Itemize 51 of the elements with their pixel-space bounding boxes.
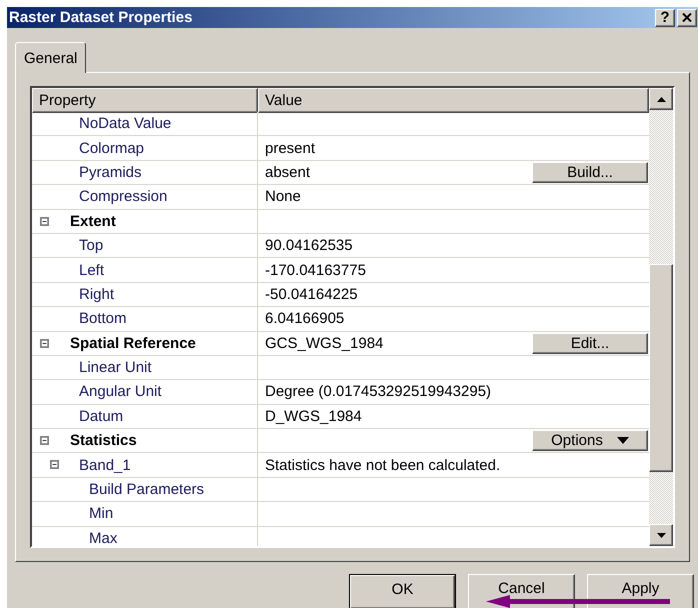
property-value: 90.04162535 xyxy=(265,237,353,254)
property-value: absent xyxy=(265,164,310,181)
property-value: D_WGS_1984 xyxy=(265,408,362,425)
options-dropdown-button[interactable]: Options xyxy=(532,430,648,452)
property-name: Top xyxy=(79,237,104,254)
window-title: Raster Dataset Properties xyxy=(9,9,192,26)
scroll-up-button[interactable] xyxy=(649,88,673,110)
property-name: Linear Unit xyxy=(79,359,152,376)
close-icon xyxy=(682,13,692,22)
property-name: Build Parameters xyxy=(89,481,204,498)
property-value: None xyxy=(265,188,301,206)
property-value: GCS_WGS_1984 xyxy=(265,334,384,352)
property-name: Min xyxy=(89,505,114,522)
property-name: Statistics xyxy=(70,432,137,450)
property-name: Bottom xyxy=(79,310,127,328)
scroll-down-button[interactable] xyxy=(649,524,673,546)
collapse-icon[interactable] xyxy=(50,460,59,470)
property-name: Colormap xyxy=(79,140,144,157)
collapse-icon[interactable] xyxy=(40,338,49,348)
down-arrow-icon xyxy=(656,532,666,538)
property-value: -50.04164225 xyxy=(265,286,358,303)
close-button[interactable] xyxy=(677,8,697,26)
collapse-icon[interactable] xyxy=(40,436,49,446)
column-header[interactable]: Value xyxy=(258,88,649,113)
scrollbar-thumb[interactable] xyxy=(649,264,673,472)
property-value: present xyxy=(265,140,316,157)
dropdown-caret-icon xyxy=(616,436,629,445)
column-header[interactable]: Property xyxy=(32,88,258,113)
property-name: Datum xyxy=(79,408,124,425)
help-button[interactable]: ? xyxy=(655,8,675,26)
dialog-button[interactable]: OK xyxy=(349,574,456,608)
ellipsis-button[interactable]: Edit... xyxy=(532,332,648,354)
property-value: Statistics have not been calculated. xyxy=(265,456,500,474)
scrollbar[interactable] xyxy=(649,88,673,546)
property-name: Compression xyxy=(79,188,168,206)
property-name: Spatial Reference xyxy=(70,334,196,352)
property-value: 6.04166905 xyxy=(265,310,344,328)
property-name: Angular Unit xyxy=(79,383,162,400)
property-name: Right xyxy=(79,286,114,303)
property-name: Pyramids xyxy=(79,164,142,181)
ellipsis-button[interactable]: Build... xyxy=(532,162,648,183)
property-name: Band_1 xyxy=(79,456,131,474)
collapse-icon[interactable] xyxy=(40,216,49,226)
up-arrow-icon xyxy=(656,96,666,102)
property-value: Degree (0.017453292519943295) xyxy=(265,383,492,400)
tab[interactable]: General xyxy=(15,42,86,73)
property-name: Max xyxy=(89,530,118,546)
property-name: NoData Value xyxy=(79,115,172,132)
property-name: Extent xyxy=(70,212,116,230)
property-value: -170.04163775 xyxy=(265,262,366,279)
property-name: Left xyxy=(79,262,104,279)
